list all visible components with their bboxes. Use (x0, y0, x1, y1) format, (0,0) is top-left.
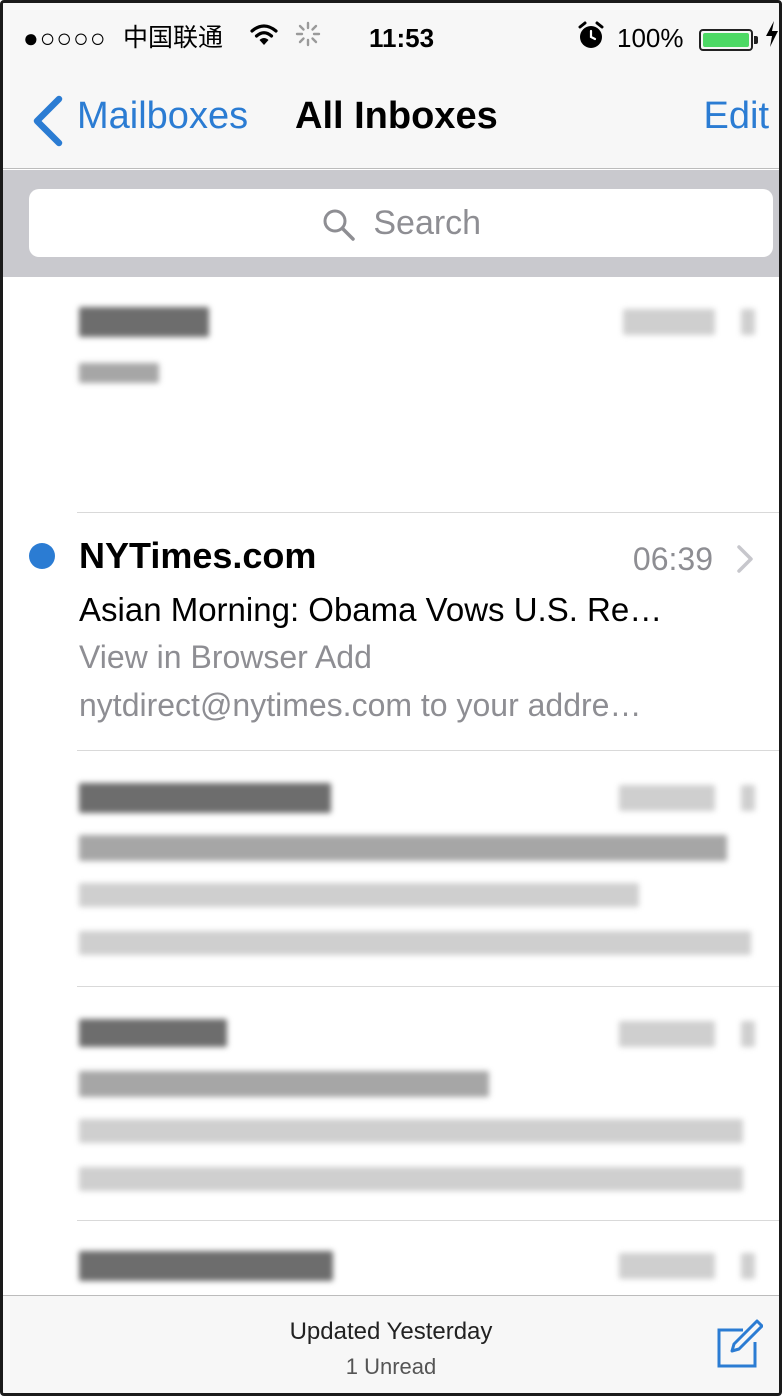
compose-icon[interactable] (713, 1318, 764, 1372)
blurred-time (619, 785, 715, 811)
mail-sender: NYTimes.com (79, 535, 317, 576)
activity-spinner-icon (295, 21, 321, 57)
search-bar-container: Search (3, 170, 779, 277)
phone-screen: ●○○○○ 中国联通 11:53 100% Mailboxes All Inbo… (0, 0, 782, 1396)
mail-list[interactable]: NYTimes.com 06:39 Asian Morning: Obama V… (3, 277, 779, 1295)
blurred-preview (79, 931, 751, 955)
alarm-icon (577, 21, 605, 59)
navigation-bar: Mailboxes All Inboxes Edit (3, 73, 779, 169)
blurred-time (623, 309, 715, 335)
mail-item-blurred[interactable] (3, 277, 779, 513)
blurred-subject (79, 1071, 489, 1097)
charging-bolt-icon (765, 21, 779, 57)
blurred-sender (79, 307, 209, 337)
blurred-time (619, 1253, 715, 1279)
blurred-time (619, 1021, 715, 1047)
unread-indicator (29, 543, 55, 569)
page-title: All Inboxes (295, 95, 498, 137)
blurred-sender (79, 783, 331, 813)
update-status: Updated Yesterday (289, 1318, 493, 1345)
mail-subject: Asian Morning: Obama Vows U.S. Re… (79, 591, 663, 628)
blurred-subject (79, 835, 727, 861)
blurred-chevron (741, 785, 755, 811)
back-button-mailboxes[interactable]: Mailboxes (77, 95, 248, 138)
status-bar: ●○○○○ 中国联通 11:53 100% (3, 3, 779, 73)
blurred-preview (79, 883, 639, 907)
blurred-chevron (741, 1021, 755, 1047)
blurred-preview (79, 1167, 743, 1191)
mail-preview-line: nytdirect@nytimes.com to your addre… (79, 687, 642, 723)
battery-icon (699, 29, 758, 51)
blurred-preview (79, 1119, 743, 1143)
blurred-subject (79, 363, 159, 383)
chevron-right-icon (735, 543, 755, 575)
mail-item-blurred[interactable] (3, 751, 779, 987)
mail-preview-line: View in Browser Add (79, 639, 372, 675)
back-chevron-icon[interactable] (29, 93, 69, 149)
mail-item-blurred[interactable] (3, 987, 779, 1221)
blurred-sender (79, 1019, 227, 1047)
status-time: 11:53 (369, 23, 435, 53)
blurred-chevron (741, 309, 755, 335)
battery-fill (703, 33, 749, 47)
wifi-icon (249, 20, 279, 58)
battery-percent: 100% (617, 23, 684, 53)
bottom-toolbar: Updated Yesterday 1 Unread (3, 1295, 779, 1393)
mail-item[interactable]: NYTimes.com 06:39 Asian Morning: Obama V… (3, 513, 779, 751)
search-placeholder: Search (373, 204, 482, 242)
signal-strength: ●○○○○ (23, 23, 107, 53)
search-input[interactable]: Search (29, 189, 773, 257)
mail-item-blurred[interactable] (3, 1221, 779, 1295)
edit-button[interactable]: Edit (704, 95, 769, 138)
unread-count: 1 Unread (345, 1354, 437, 1379)
mail-time: 06:39 (632, 541, 713, 577)
search-icon (321, 205, 357, 241)
blurred-sender (79, 1251, 333, 1281)
blurred-chevron (741, 1253, 755, 1279)
carrier-name: 中国联通 (123, 24, 224, 52)
